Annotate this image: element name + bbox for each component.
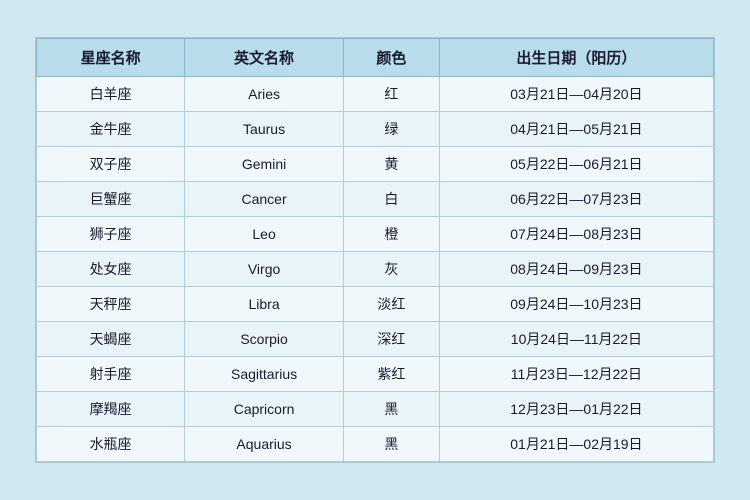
table-row: 金牛座Taurus绿04月21日—05月21日 (37, 112, 714, 147)
cell-english-name: Cancer (185, 182, 344, 217)
header-chinese-name: 星座名称 (37, 39, 185, 77)
table-row: 射手座Sagittarius紫红11月23日—12月22日 (37, 357, 714, 392)
cell-chinese-name: 巨蟹座 (37, 182, 185, 217)
table-row: 双子座Gemini黄05月22日—06月21日 (37, 147, 714, 182)
cell-date: 04月21日—05月21日 (439, 112, 713, 147)
cell-english-name: Aquarius (185, 427, 344, 462)
cell-color: 黑 (343, 392, 439, 427)
cell-color: 淡红 (343, 287, 439, 322)
table-body: 白羊座Aries红03月21日—04月20日金牛座Taurus绿04月21日—0… (37, 77, 714, 462)
header-date: 出生日期（阳历） (439, 39, 713, 77)
cell-color: 绿 (343, 112, 439, 147)
cell-chinese-name: 摩羯座 (37, 392, 185, 427)
table-row: 处女座Virgo灰08月24日—09月23日 (37, 252, 714, 287)
header-english-name: 英文名称 (185, 39, 344, 77)
cell-color: 紫红 (343, 357, 439, 392)
cell-english-name: Scorpio (185, 322, 344, 357)
cell-english-name: Libra (185, 287, 344, 322)
cell-chinese-name: 金牛座 (37, 112, 185, 147)
cell-chinese-name: 水瓶座 (37, 427, 185, 462)
cell-color: 灰 (343, 252, 439, 287)
cell-date: 09月24日—10月23日 (439, 287, 713, 322)
cell-color: 黑 (343, 427, 439, 462)
cell-date: 11月23日—12月22日 (439, 357, 713, 392)
cell-date: 08月24日—09月23日 (439, 252, 713, 287)
header-color: 颜色 (343, 39, 439, 77)
cell-date: 05月22日—06月21日 (439, 147, 713, 182)
cell-english-name: Sagittarius (185, 357, 344, 392)
zodiac-table: 星座名称 英文名称 颜色 出生日期（阳历） 白羊座Aries红03月21日—04… (36, 38, 714, 462)
cell-chinese-name: 射手座 (37, 357, 185, 392)
cell-chinese-name: 处女座 (37, 252, 185, 287)
cell-english-name: Leo (185, 217, 344, 252)
zodiac-table-container: 星座名称 英文名称 颜色 出生日期（阳历） 白羊座Aries红03月21日—04… (35, 37, 715, 463)
cell-date: 07月24日—08月23日 (439, 217, 713, 252)
table-row: 天秤座Libra淡红09月24日—10月23日 (37, 287, 714, 322)
cell-date: 12月23日—01月22日 (439, 392, 713, 427)
cell-color: 深红 (343, 322, 439, 357)
cell-chinese-name: 狮子座 (37, 217, 185, 252)
cell-color: 橙 (343, 217, 439, 252)
cell-english-name: Taurus (185, 112, 344, 147)
table-row: 狮子座Leo橙07月24日—08月23日 (37, 217, 714, 252)
cell-english-name: Capricorn (185, 392, 344, 427)
cell-color: 红 (343, 77, 439, 112)
cell-chinese-name: 天蝎座 (37, 322, 185, 357)
cell-date: 06月22日—07月23日 (439, 182, 713, 217)
cell-chinese-name: 天秤座 (37, 287, 185, 322)
cell-color: 黄 (343, 147, 439, 182)
cell-english-name: Aries (185, 77, 344, 112)
cell-english-name: Gemini (185, 147, 344, 182)
cell-chinese-name: 双子座 (37, 147, 185, 182)
table-row: 水瓶座Aquarius黑01月21日—02月19日 (37, 427, 714, 462)
table-row: 摩羯座Capricorn黑12月23日—01月22日 (37, 392, 714, 427)
cell-date: 03月21日—04月20日 (439, 77, 713, 112)
table-row: 巨蟹座Cancer白06月22日—07月23日 (37, 182, 714, 217)
table-row: 天蝎座Scorpio深红10月24日—11月22日 (37, 322, 714, 357)
cell-color: 白 (343, 182, 439, 217)
table-row: 白羊座Aries红03月21日—04月20日 (37, 77, 714, 112)
cell-date: 01月21日—02月19日 (439, 427, 713, 462)
cell-date: 10月24日—11月22日 (439, 322, 713, 357)
cell-chinese-name: 白羊座 (37, 77, 185, 112)
table-header-row: 星座名称 英文名称 颜色 出生日期（阳历） (37, 39, 714, 77)
cell-english-name: Virgo (185, 252, 344, 287)
